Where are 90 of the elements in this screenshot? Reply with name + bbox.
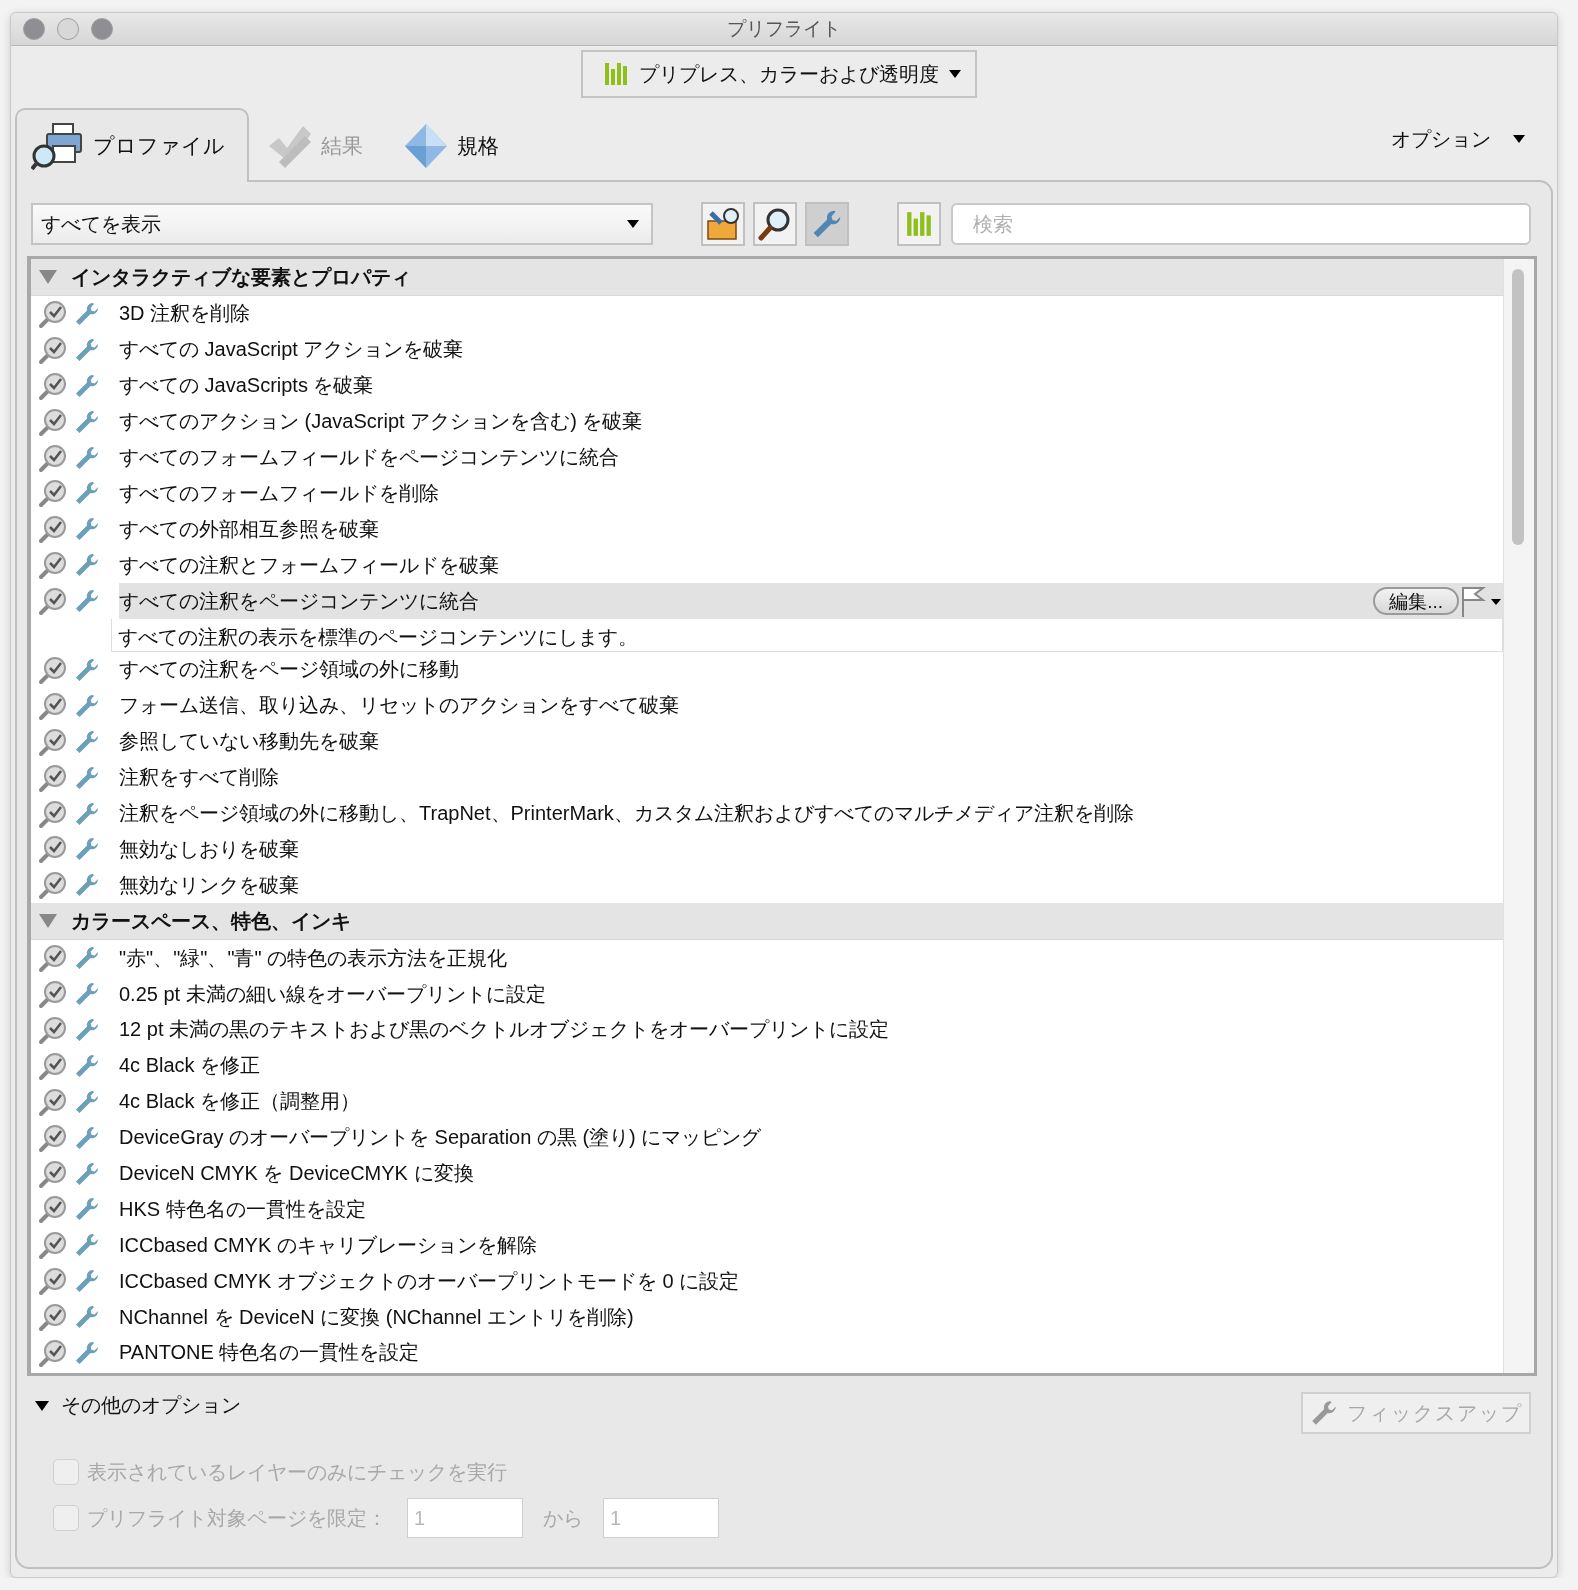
magnifier-check-icon bbox=[39, 551, 67, 580]
range-separator: から bbox=[543, 1505, 583, 1531]
fixup-row[interactable]: すべてのアクション (JavaScript アクションを含む) を破棄 bbox=[119, 403, 1503, 440]
magnifier-check-icon bbox=[39, 587, 67, 616]
caret-icon bbox=[1513, 135, 1525, 143]
fixup-row[interactable]: 無効なリンクを破棄 bbox=[119, 867, 1503, 904]
caret-icon bbox=[949, 70, 961, 78]
fixup-row[interactable]: PANTONE 特色名の一貫性を設定 bbox=[119, 1335, 1503, 1371]
magnifier-check-icon bbox=[39, 980, 67, 1009]
fixup-row[interactable]: 無効なしおりを破棄 bbox=[119, 831, 1503, 868]
magnifier-check-icon bbox=[39, 1231, 67, 1260]
toolbar-button[interactable] bbox=[701, 202, 745, 246]
fixup-row[interactable]: すべてのフォームフィールドを削除 bbox=[119, 475, 1503, 512]
diamond-icon bbox=[403, 122, 449, 170]
close-button[interactable] bbox=[23, 18, 45, 40]
magnifier-check-icon bbox=[39, 655, 67, 684]
fixup-row[interactable]: DeviceN CMYK を DeviceCMYK に変換 bbox=[119, 1155, 1503, 1192]
fixup-row[interactable]: すべてのフォームフィールドをページコンテンツに統合 bbox=[119, 439, 1503, 476]
fixup-row[interactable]: ICCbased CMYK オブジェクトのオーバープリントモードを 0 に設定 bbox=[119, 1263, 1503, 1300]
edit-button[interactable]: 編集... bbox=[1373, 587, 1459, 616]
toolbox-magnifier-icon bbox=[705, 207, 741, 241]
magnifier-check-icon bbox=[39, 799, 67, 828]
magnifier-check-icon bbox=[39, 443, 67, 472]
bar-chart-icon bbox=[905, 210, 933, 238]
magnifier-check-icon bbox=[39, 1267, 67, 1296]
window-title: プリフライト bbox=[727, 17, 841, 41]
disclosure-icon bbox=[35, 1400, 49, 1411]
fixup-row[interactable]: フォーム送信、取り込み、リセットのアクションをすべて破棄 bbox=[119, 687, 1503, 724]
fixup-row[interactable]: NChannel を DeviceN に変換 (NChannel エントリを削除) bbox=[119, 1299, 1503, 1336]
fixup-row[interactable]: すべての JavaScript アクションを破棄 bbox=[119, 331, 1503, 368]
fixup-row[interactable]: 参照していない移動先を破棄 bbox=[119, 723, 1503, 760]
scrollbar[interactable] bbox=[1503, 259, 1534, 1373]
fixup-row[interactable]: すべての注釈をページ領域の外に移動 bbox=[119, 652, 1503, 688]
section-header[interactable]: カラースペース、特色、インキ bbox=[31, 903, 1503, 941]
options-menu[interactable]: オプション bbox=[1385, 124, 1531, 154]
magnifier-check-icon bbox=[39, 515, 67, 544]
fixup-row[interactable]: ICCbased CMYK のキャリブレーションを解除 bbox=[119, 1227, 1503, 1264]
fixup-row[interactable]: 4c Black を修正 bbox=[119, 1047, 1503, 1084]
fixup-row[interactable]: 4c Black を修正（調整用） bbox=[119, 1083, 1503, 1120]
magnifier-check-icon bbox=[39, 1195, 67, 1224]
magnifier-check-icon bbox=[39, 335, 67, 364]
fixup-row[interactable]: 注釈をすべて削除 bbox=[119, 759, 1503, 796]
fixup-row[interactable]: 12 pt 未満の黒のテキストおよび黒のベクトルオブジェクトをオーバープリントに設定 bbox=[119, 1012, 1503, 1048]
magnifier-check-icon bbox=[39, 871, 67, 900]
checkbox-label: 表示されているレイヤーのみにチェックを実行 bbox=[87, 1459, 507, 1485]
wrench-icon bbox=[73, 1339, 101, 1367]
fixup-description: すべての注釈の表示を標準のページコンテンツにします。 bbox=[111, 619, 1503, 652]
fixup-row[interactable]: すべての JavaScripts を破棄 bbox=[119, 367, 1503, 404]
fixup-row[interactable]: "赤"、"緑"、"青" の特色の表示方法を正規化 bbox=[119, 940, 1503, 977]
more-options-toggle[interactable]: その他のオプション bbox=[35, 1386, 241, 1425]
toolbar-button[interactable] bbox=[753, 202, 797, 246]
caret-icon bbox=[627, 220, 639, 228]
search-icon bbox=[758, 207, 792, 241]
fixup-row[interactable]: DeviceGray のオーバープリントを Separation の黒 (塗り) にマッピング bbox=[119, 1119, 1503, 1156]
magnifier-check-icon bbox=[39, 479, 67, 508]
magnifier-check-icon bbox=[39, 835, 67, 864]
fixup-row[interactable]: HKS 特色名の一貫性を設定 bbox=[119, 1191, 1503, 1228]
section-header[interactable]: インタラクティブな要素とプロパティ bbox=[31, 259, 1503, 296]
fixup-row[interactable]: 注釈をページ領域の外に移動し、TrapNet、PrinterMark、カスタム注釈およびすべてのマルチメディア注釈を削除 bbox=[119, 795, 1503, 832]
magnifier-check-icon bbox=[39, 727, 67, 756]
filter-dropdown[interactable]: すべてを表示 bbox=[31, 203, 653, 245]
magnifier-check-icon bbox=[39, 1087, 67, 1116]
minimize-button[interactable] bbox=[57, 18, 79, 40]
fixup-row[interactable]: すべての注釈とフォームフィールドを破棄 bbox=[119, 547, 1503, 584]
disclosure-icon bbox=[39, 270, 57, 284]
magnifier-check-icon bbox=[39, 1339, 67, 1367]
magnifier-check-icon bbox=[39, 407, 67, 436]
bar-chart-icon bbox=[603, 61, 629, 87]
fixup-row[interactable]: 3D 注釈を削除 bbox=[119, 296, 1503, 332]
magnifier-check-icon bbox=[39, 1159, 67, 1188]
magnifier-check-icon bbox=[39, 1303, 67, 1332]
checkbox-label: プリフライト対象ページを限定： bbox=[87, 1505, 387, 1531]
magnifier-check-icon bbox=[39, 371, 67, 400]
magnifier-check-icon bbox=[39, 763, 67, 792]
magnifier-check-icon bbox=[39, 1123, 67, 1152]
zoom-button[interactable] bbox=[91, 18, 113, 40]
fixup-row[interactable]: すべての注釈をページコンテンツに統合 編集... bbox=[119, 583, 1503, 619]
fixup-row[interactable]: すべての外部相互参照を破棄 bbox=[119, 511, 1503, 548]
preset-dropdown[interactable]: プリプレス、カラーおよび透明度 bbox=[581, 50, 977, 98]
magnifier-check-icon bbox=[39, 1051, 67, 1080]
flag-icon[interactable] bbox=[1459, 585, 1503, 618]
printer-magnifier-icon bbox=[31, 122, 85, 170]
disclosure-icon bbox=[39, 914, 57, 929]
magnifier-check-icon bbox=[39, 944, 67, 973]
magnifier-check-icon bbox=[39, 299, 67, 328]
fixup-row[interactable]: 0.25 pt 未満の細い線をオーバープリントに設定 bbox=[119, 976, 1503, 1013]
tab[interactable]: プロファイル bbox=[15, 108, 249, 182]
search-field[interactable]: 検索 bbox=[951, 203, 1531, 245]
magnifier-check-icon bbox=[39, 1015, 67, 1044]
magnifier-check-icon bbox=[39, 691, 67, 720]
